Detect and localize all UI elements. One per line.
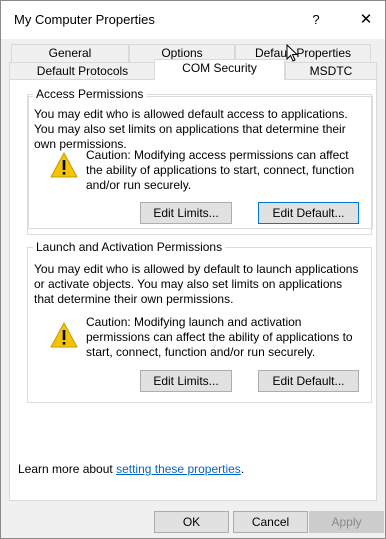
tab-msdtc[interactable]: MSDTC: [285, 62, 377, 80]
mouse-cursor-icon: [286, 43, 299, 65]
learn-more-text: Learn more about setting these propertie…: [18, 462, 244, 476]
setting-properties-link[interactable]: setting these properties: [116, 462, 241, 476]
tab-com-security[interactable]: COM Security: [154, 59, 285, 80]
launch-group-frame: Launch and Activation Permissions You ma…: [27, 240, 372, 403]
access-description: You may edit who is allowed default acce…: [34, 107, 348, 151]
tab-default-protocols[interactable]: Default Protocols: [9, 62, 156, 80]
access-group-frame: Access Permissions You may edit who is a…: [27, 87, 372, 235]
access-group-label: Access Permissions: [33, 87, 147, 101]
learn-more-prefix: Learn more about: [18, 462, 117, 476]
access-edit-limits-button[interactable]: Edit Limits...: [140, 202, 232, 224]
launch-edit-limits-button[interactable]: Edit Limits...: [140, 370, 232, 392]
title-bar: My Computer Properties ? ✕: [1, 1, 385, 39]
launch-caution: Caution: Modifying launch and activation…: [86, 315, 353, 359]
ok-button[interactable]: OK: [154, 511, 229, 533]
warning-icon: [50, 151, 78, 181]
launch-edit-default-button[interactable]: Edit Default...: [258, 370, 359, 392]
close-button[interactable]: ✕: [351, 6, 381, 34]
launch-group-label: Launch and Activation Permissions: [33, 240, 226, 254]
apply-button[interactable]: Apply: [309, 511, 384, 533]
window-title: My Computer Properties: [14, 12, 155, 27]
warning-icon: [50, 321, 78, 351]
tab-general[interactable]: General: [11, 44, 129, 62]
access-caution: Caution: Modifying access permissions ca…: [86, 148, 355, 192]
access-edit-default-button[interactable]: Edit Default...: [258, 202, 359, 224]
help-button[interactable]: ?: [302, 6, 330, 34]
cancel-button[interactable]: Cancel: [233, 511, 308, 533]
learn-more-suffix: .: [240, 462, 245, 476]
launch-description: You may edit who is allowed by default t…: [34, 262, 359, 306]
properties-dialog: My Computer Properties ? ✕ General Optio…: [0, 0, 386, 539]
